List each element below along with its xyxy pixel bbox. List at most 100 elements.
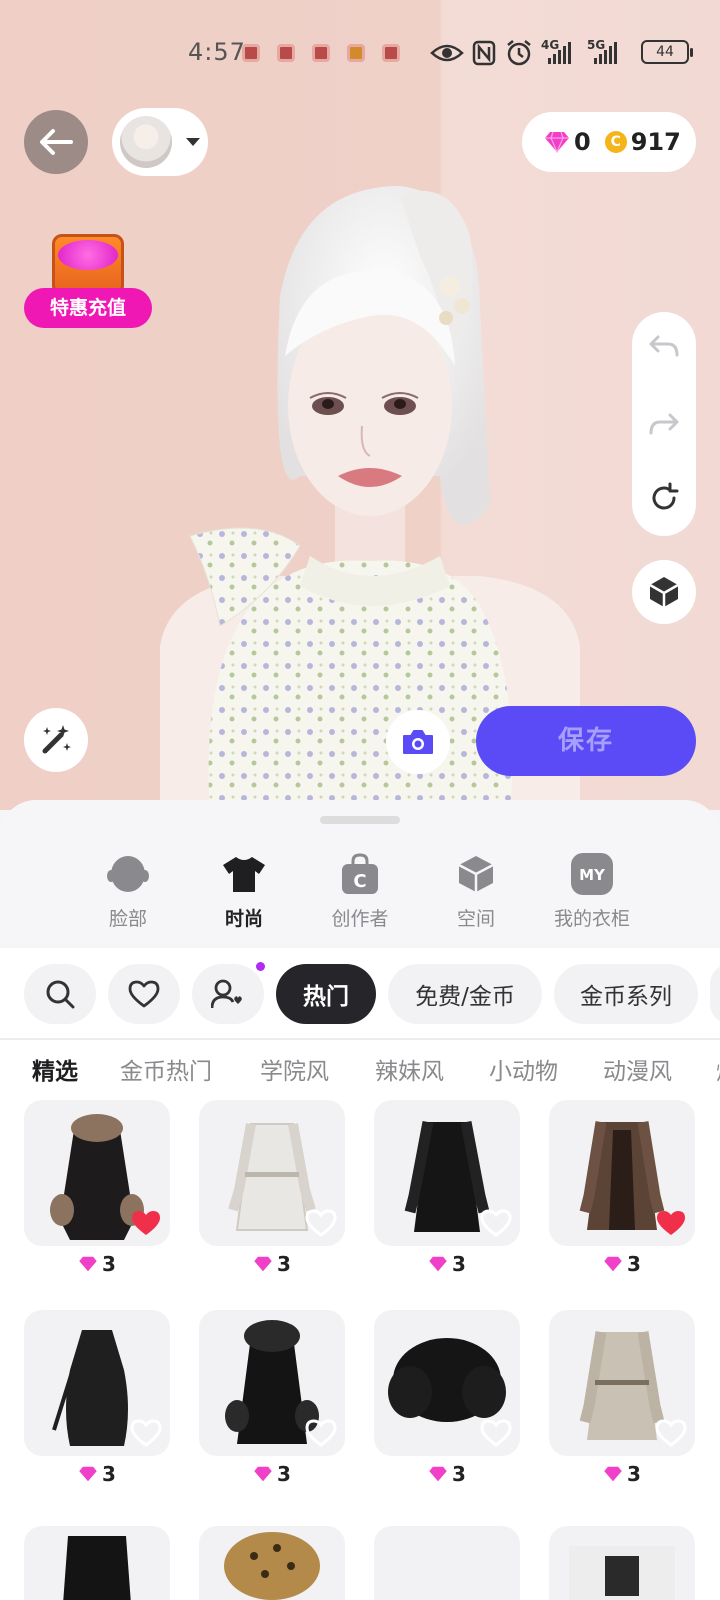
black-blazer-image — [63, 1536, 131, 1600]
following-filter[interactable] — [192, 964, 264, 1024]
item-card[interactable] — [374, 1526, 520, 1600]
tab-hot-girl[interactable]: 辣妹风 — [375, 1052, 444, 1086]
notification-dot — [256, 962, 265, 971]
filter-chips: 热门 免费/金币 金币系列 — [0, 964, 720, 1028]
save-button[interactable]: 保存 — [476, 706, 696, 776]
chip-hot[interactable]: 热门 — [276, 964, 376, 1024]
category-creator[interactable]: C 创作者 — [305, 852, 415, 931]
wardrobe-sheet: 脸部 时尚 C 创作者 空间 MY 我的衣柜 热门 免费/金币 金币系列 精选 … — [0, 800, 720, 1600]
item-card[interactable] — [24, 1526, 170, 1600]
search-button[interactable] — [24, 964, 96, 1024]
item-price: 3 — [24, 1252, 170, 1276]
notification-icon — [312, 44, 330, 62]
heart-outline-icon[interactable] — [130, 1418, 162, 1448]
svg-text:C: C — [353, 871, 366, 892]
coin-icon: C — [604, 131, 627, 153]
category-my-wardrobe[interactable]: MY 我的衣柜 — [537, 852, 647, 931]
item-card[interactable] — [549, 1526, 695, 1600]
tab-coin-hot[interactable]: 金币热门 — [120, 1052, 212, 1086]
item-card[interactable]: 3 — [24, 1100, 170, 1276]
gem-icon — [429, 1466, 447, 1482]
alarm-icon — [507, 40, 531, 66]
camera-button[interactable] — [386, 710, 450, 774]
refresh-icon — [652, 482, 679, 510]
graphic-tee-image — [569, 1546, 675, 1600]
magic-tool-button[interactable] — [24, 708, 88, 772]
tab-featured[interactable]: 精选 — [32, 1052, 78, 1086]
undo-button[interactable] — [632, 314, 696, 378]
notification-icon — [242, 44, 260, 62]
tab-preppy[interactable]: 学院风 — [260, 1052, 329, 1086]
tshirt-icon — [223, 857, 265, 892]
gems-pile-icon — [58, 240, 118, 270]
heart-outline-icon[interactable] — [305, 1208, 337, 1238]
face-icon — [107, 856, 149, 892]
status-bar: 4:57 4G 5G 44 — [0, 36, 720, 70]
chevron-down-icon — [186, 138, 200, 146]
item-card[interactable]: 3 — [549, 1310, 695, 1486]
item-card[interactable] — [199, 1526, 345, 1600]
sheet-handle[interactable] — [320, 816, 400, 824]
heart-outline-icon[interactable] — [305, 1418, 337, 1448]
item-price: 3 — [199, 1462, 345, 1486]
chip-free-coin[interactable]: 免费/金币 — [388, 964, 542, 1024]
gem-icon — [79, 1466, 97, 1482]
tab-animals[interactable]: 小动物 — [489, 1052, 558, 1086]
cube-icon — [649, 577, 679, 607]
reset-button[interactable] — [632, 466, 696, 530]
item-price: 3 — [549, 1252, 695, 1276]
item-card[interactable]: 3 — [549, 1100, 695, 1276]
signal-icon — [594, 42, 617, 64]
heart-outline-icon[interactable] — [655, 1418, 687, 1448]
item-card[interactable]: 3 — [24, 1310, 170, 1486]
item-price: 3 — [374, 1462, 520, 1486]
history-toolbar — [632, 312, 696, 536]
gem-icon — [545, 131, 569, 153]
chip-coin-series[interactable]: 金币系列 — [554, 964, 698, 1024]
heart-outline-icon[interactable] — [480, 1208, 512, 1238]
avatar-switcher[interactable] — [112, 108, 208, 176]
notification-icon — [382, 44, 400, 62]
promo-recharge[interactable]: 特惠充值 — [24, 226, 152, 330]
coin-balance: 917 — [630, 128, 681, 156]
item-price: 3 — [549, 1462, 695, 1486]
back-button[interactable] — [24, 110, 88, 174]
leopard-coat-image — [224, 1532, 320, 1600]
battery-indicator: 44 — [641, 40, 693, 64]
svg-text:MY: MY — [579, 866, 606, 884]
notification-icon — [277, 44, 295, 62]
status-time: 4:57 — [188, 38, 246, 66]
heart-filled-icon[interactable] — [655, 1208, 687, 1238]
gem-icon — [254, 1466, 272, 1482]
my-wardrobe-icon: MY — [571, 853, 613, 895]
chip-more[interactable] — [710, 964, 720, 1024]
promo-label: 特惠充值 — [24, 288, 152, 328]
3d-view-button[interactable] — [632, 560, 696, 624]
category-fashion[interactable]: 时尚 — [189, 852, 299, 931]
item-card[interactable]: 3 — [374, 1100, 520, 1276]
gem-balance: 0 — [574, 128, 591, 156]
heart-filled-icon[interactable] — [130, 1208, 162, 1238]
item-card[interactable]: 3 — [374, 1310, 520, 1486]
heart-outline-icon — [128, 980, 160, 1008]
category-face[interactable]: 脸部 — [73, 852, 183, 931]
signal-icon — [548, 42, 571, 64]
notification-icon — [347, 44, 365, 62]
redo-button[interactable] — [632, 392, 696, 456]
tab-anime[interactable]: 动漫风 — [603, 1052, 672, 1086]
gem-icon — [604, 1256, 622, 1272]
avatar-scene: 4:57 4G 5G 44 0 C 917 特惠充值 保存 — [0, 0, 720, 810]
gem-icon — [604, 1466, 622, 1482]
category-space[interactable]: 空间 — [421, 852, 531, 931]
arrow-left-icon — [40, 129, 73, 155]
tab-more[interactable]: 炫 — [716, 1052, 720, 1086]
item-card[interactable]: 3 — [199, 1310, 345, 1486]
heart-outline-icon[interactable] — [480, 1418, 512, 1448]
divider — [0, 1038, 720, 1040]
item-card[interactable]: 3 — [199, 1100, 345, 1276]
camera-icon — [403, 730, 433, 754]
gem-icon — [79, 1256, 97, 1272]
favorites-filter[interactable] — [108, 964, 180, 1024]
wallet[interactable]: 0 C 917 — [522, 112, 696, 172]
item-price: 3 — [24, 1462, 170, 1486]
